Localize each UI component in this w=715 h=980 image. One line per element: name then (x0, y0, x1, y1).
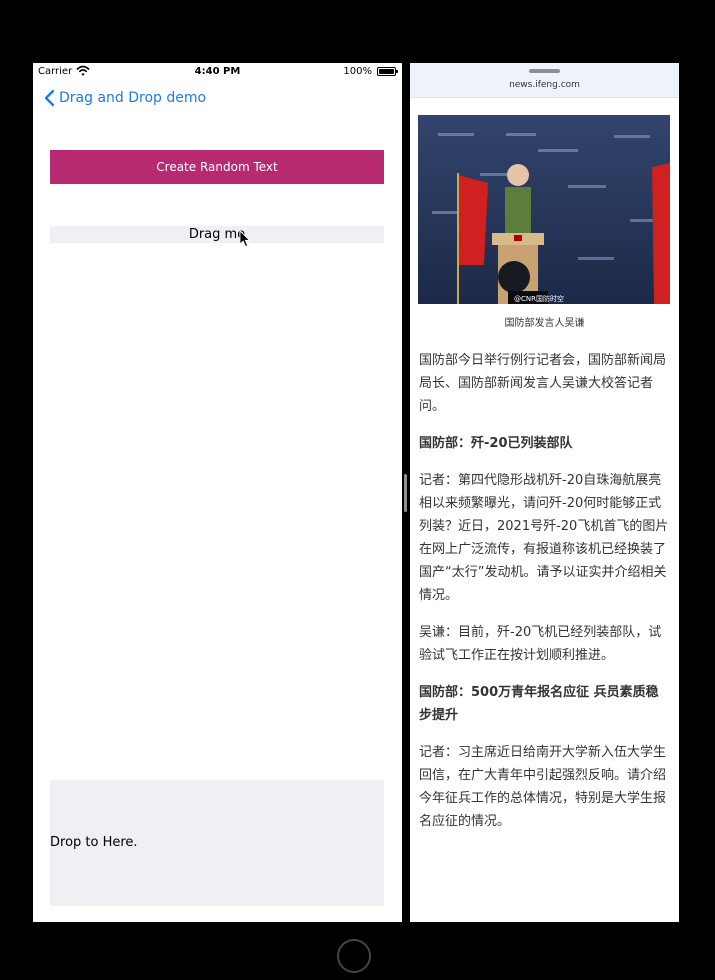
press-conference-photo: @CNR国防时空 (418, 115, 670, 304)
app-pane: Carrier 4:40 PM 100% Drag and Drop demo … (33, 63, 402, 922)
url-text[interactable]: news.ifeng.com (410, 80, 679, 90)
cursor-icon (239, 230, 251, 248)
image-watermark: @CNR国防时空 (514, 294, 564, 303)
create-random-text-button[interactable]: Create Random Text (50, 150, 384, 184)
grabber-handle[interactable] (529, 69, 560, 73)
drop-zone[interactable]: Drop to Here. (50, 780, 384, 906)
home-button[interactable] (337, 939, 371, 973)
split-view-divider-handle[interactable] (404, 474, 407, 512)
image-caption: 国防部发言人吴谦 (504, 318, 585, 329)
article-paragraph: 记者：习主席近日给南开大学新入伍大学生回信，在广大青年中引起强烈反响。请介绍今年… (419, 745, 667, 829)
article-heading: 国防部：500万青年报名应征 兵员素质稳步提升 (419, 685, 659, 723)
article-heading: 国防部：歼-20已列装部队 (419, 436, 573, 451)
article-image: @CNR国防时空 (418, 115, 670, 304)
battery-icon (377, 67, 398, 76)
browser-pane: news.ifeng.com @CNR国防时空 国防部发言人吴谦 国防部今日举行… (410, 63, 679, 922)
article-paragraph: 记者：第四代隐形战机歼-20自珠海航展亮相以来频繁曝光，请问歼-20何时能够正式… (419, 473, 669, 603)
battery-percent: 100% (343, 66, 372, 77)
status-bar: Carrier 4:40 PM 100% (33, 63, 402, 81)
article-paragraph: 吴谦：目前，歼-20飞机已经列装部队，试验试飞工作正在按计划顺利推进。 (419, 625, 662, 663)
back-button[interactable]: Drag and Drop demo (43, 89, 206, 107)
chevron-left-icon (44, 89, 55, 107)
article-paragraph: 国防部今日举行例行记者会，国防部新闻局局长、国防部新闻发言人吴谦大校答记者问。 (419, 353, 667, 414)
drop-zone-label: Drop to Here. (50, 835, 138, 850)
article-body: 国防部今日举行例行记者会，国防部新闻局局长、国防部新闻发言人吴谦大校答记者问。 … (419, 349, 671, 847)
browser-url-bar[interactable]: news.ifeng.com (410, 63, 679, 98)
back-button-label: Drag and Drop demo (59, 90, 207, 106)
drag-me-label[interactable]: Drag me (50, 226, 384, 243)
